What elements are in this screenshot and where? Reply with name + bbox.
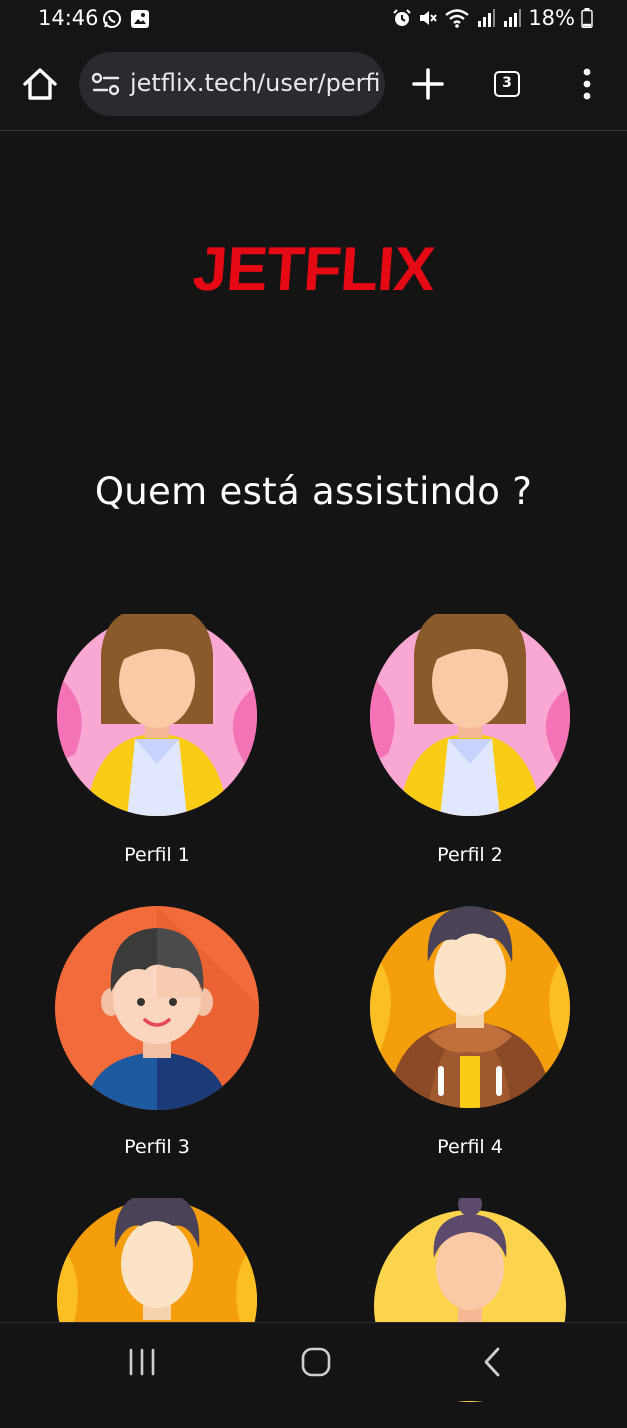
system-nav-bar bbox=[0, 1322, 627, 1401]
status-time: 14:46 bbox=[38, 6, 99, 30]
woman-avatar[interactable] bbox=[368, 614, 572, 818]
plus-icon[interactable] bbox=[408, 64, 448, 104]
battery-percent: 18% bbox=[528, 6, 575, 30]
profile-card-4[interactable]: Perfil 4 bbox=[365, 906, 575, 1158]
address-bar[interactable]: jetflix.tech/user/perfi bbox=[79, 52, 385, 116]
more-vert-icon[interactable] bbox=[575, 64, 599, 104]
home-circle-icon[interactable] bbox=[298, 1347, 334, 1377]
tab-switcher-button[interactable]: 3 bbox=[494, 71, 520, 97]
back-icon[interactable] bbox=[474, 1347, 510, 1377]
browser-toolbar: jetflix.tech/user/perfi 3 bbox=[0, 40, 627, 131]
battery-icon bbox=[581, 8, 593, 28]
alarm-icon bbox=[392, 8, 412, 28]
profile-name-3[interactable]: Perfil 3 bbox=[52, 1136, 262, 1158]
profile-name-4[interactable]: Perfil 4 bbox=[365, 1136, 575, 1158]
page-title: Quem está assistindo ? bbox=[94, 470, 533, 513]
profile-name-1[interactable]: Perfil 1 bbox=[52, 844, 262, 866]
signal-icon bbox=[502, 8, 522, 28]
site-settings-icon[interactable] bbox=[91, 70, 121, 98]
status-bar: 14:46 18% bbox=[0, 0, 627, 40]
man-hoodie-avatar[interactable] bbox=[368, 906, 572, 1110]
mute-icon bbox=[418, 8, 438, 28]
profile-card-1[interactable]: Perfil 1 bbox=[52, 614, 262, 866]
wifi-icon bbox=[444, 8, 470, 28]
gallery-icon bbox=[130, 9, 150, 34]
boy-avatar[interactable] bbox=[55, 906, 259, 1110]
woman-avatar[interactable] bbox=[55, 614, 259, 818]
profile-card-3[interactable]: Perfil 3 bbox=[52, 906, 262, 1158]
signal-icon bbox=[476, 8, 496, 28]
profile-card-2[interactable]: Perfil 2 bbox=[365, 614, 575, 866]
whatsapp-icon bbox=[102, 9, 122, 34]
jetflix-logo[interactable]: JETFLIX bbox=[157, 230, 470, 310]
home-icon[interactable] bbox=[20, 64, 60, 104]
recents-icon[interactable] bbox=[124, 1347, 160, 1377]
url-text[interactable]: jetflix.tech/user/perfi bbox=[130, 69, 381, 97]
profile-name-2[interactable]: Perfil 2 bbox=[365, 844, 575, 866]
